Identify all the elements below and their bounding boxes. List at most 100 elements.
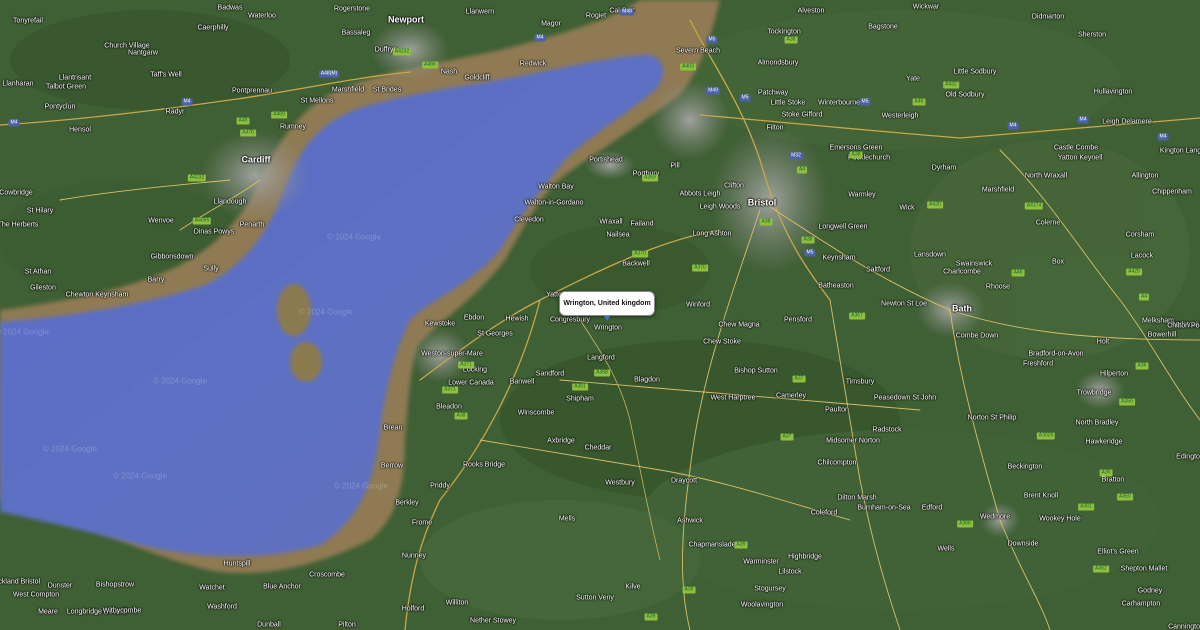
road-shield: A48 [236,117,250,125]
road-shield: A46 [1011,269,1025,277]
place-label: Clifton [724,182,744,190]
place-label: North Wraxall [1024,172,1068,180]
place-label: Marshfield [981,186,1015,194]
road-shield: A4232 [187,174,207,182]
place-label: Blue Anchor [263,583,301,591]
place-label: Pensford [783,316,813,324]
place-label: Walton-in-Gordano [524,199,584,207]
place-label: Williton [445,599,469,607]
place-label: Coleford [810,509,838,517]
place-label: Highbridge [788,553,822,561]
place-label: St Hilary [26,207,54,215]
road-shield: M4 [534,34,546,42]
copyright-watermark: © 2024 Google [334,481,388,491]
road-shield: A361 [1078,503,1094,511]
road-shield: M4 [1157,133,1169,141]
place-label: Walton Bay [538,183,574,191]
map-viewport[interactable]: Badwas Waterloo Rogerstone Newport Llanwern C… [0,0,1200,630]
place-label: Winterbourne [817,99,861,107]
place-label: Saltford [865,266,891,274]
place-label: Llantrisant [58,74,92,82]
road-shield: A36 [1099,469,1113,477]
place-label: Langford [587,354,615,362]
place-label: Little Stoke [770,99,806,107]
place-label: Swainswick [955,260,993,268]
location-popup[interactable]: Wrington, United kingdom [559,291,655,316]
copyright-watermark: © 2024 Google [327,232,381,242]
road-shield: A46 [912,98,926,106]
place-label: Croscombe [309,571,345,579]
place-label: Dilton Marsh [837,494,877,502]
place-label: Norton St Philip [967,414,1017,422]
place-label: Carhampton [1121,600,1161,608]
place-label: Shipham [566,395,594,403]
place-label: Downside [1007,540,1039,548]
place-label: Almondsbury [757,59,799,67]
place-label: Beckington [1007,463,1043,471]
place-label: Draycott [670,477,698,485]
place-label: Severn Beach [676,47,720,55]
place-label: Goldcliff [464,74,490,82]
copyright-watermark: © 2024 Google [113,471,167,481]
place-label: Charlcombe [943,268,981,276]
place-label: Meare [38,608,58,616]
place-label: Westbury [605,479,635,487]
place-label: St Mellons [300,97,334,105]
place-label: Radstock [872,426,902,434]
place-label: Trowbridge [1076,389,1112,397]
copyright-watermark: © 2024 Google [43,444,97,454]
road-shield: M4 [1007,122,1019,130]
place-label: Kilve [625,583,641,591]
place-label: Longwell Green [818,223,868,231]
road-shield: A367 [849,312,865,320]
place-label: Llanharan [2,80,34,88]
place-label: Edford [921,504,943,512]
place-label: Winscombe [517,409,555,417]
place-label: Warminster [743,558,779,566]
road-shield: A369 [642,174,658,182]
place-label: Chewton Keynsham [65,291,129,299]
road-shield: A361 [572,383,588,391]
place-label: Peasedown St John [873,394,937,402]
road-shield: M32 [789,152,803,160]
place-label: Ebdon [463,314,485,322]
place-label: Nunney [401,552,427,560]
place-label: Edington [1176,453,1200,461]
road-shield: M48 [620,8,634,16]
place-label: Tonyrefail [13,17,43,25]
place-label: Elliot's Green [1097,548,1139,556]
place-label: North Bradley [1075,419,1119,427]
place-label: Washford [207,603,237,611]
road-shield: A38 [784,36,798,44]
place-label: Westerleigh [881,112,919,120]
place-label: Freshford [1023,360,1053,368]
road-shield: A37 [792,375,806,383]
place-label: Gibbonsdown [150,253,194,261]
road-shield: A39 [682,586,696,594]
place-label: Colerne [1035,219,1061,227]
place-label: Portishead [589,156,623,164]
place-label: Keynsham [822,254,856,262]
road-shield: A37 [780,433,794,441]
place-label: Long Ashton [692,230,732,238]
place-label: Bristol [747,197,777,208]
place-label: Holt [1096,338,1110,346]
copyright-watermark: © 2024 Google [153,376,207,386]
place-label: St Georges [477,330,513,338]
place-label: Hilperton [1099,370,1129,378]
place-label: Bishopstrow [95,581,135,589]
place-label: Burnham-on-Sea [857,504,911,512]
place-label: Brean [383,424,403,432]
road-shield: A4174 [1024,202,1044,210]
place-label: Chippenham [1152,188,1192,196]
location-pin-icon[interactable] [604,316,610,321]
place-label: Pontprennau [231,87,273,95]
place-label: Godney [1137,587,1163,595]
place-label: Pontyclun [44,103,76,111]
place-label: Huntspill [223,560,251,568]
place-label: Bath [952,303,972,314]
place-label: Bishop Sutton [734,367,778,375]
place-label: Lower Canada [448,379,494,387]
road-shield: A350 [1119,398,1135,406]
place-label: Stogursey [754,585,786,593]
